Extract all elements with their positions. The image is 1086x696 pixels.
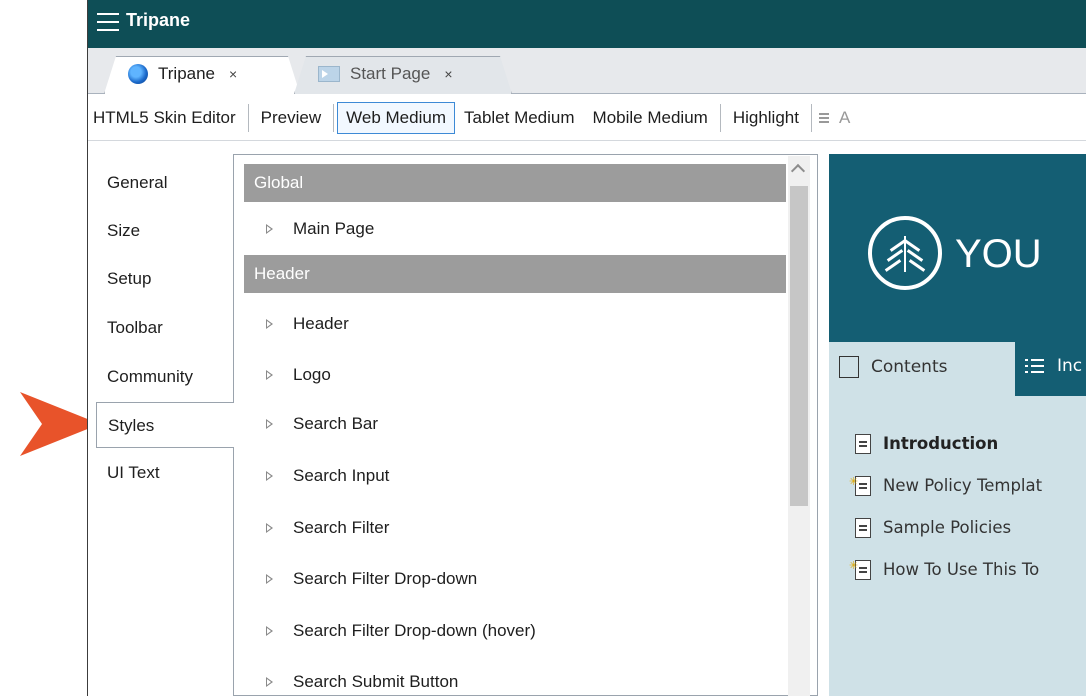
- expand-triangle-icon[interactable]: [266, 223, 273, 234]
- vertical-scrollbar[interactable]: [788, 156, 810, 696]
- index-list-icon: [1025, 358, 1045, 374]
- hamburger-menu-icon[interactable]: [97, 13, 119, 31]
- list-item-label: Search Filter: [293, 518, 390, 537]
- expand-triangle-icon[interactable]: [266, 625, 273, 636]
- list-item-label: Search Input: [293, 466, 390, 485]
- document-tab-strip: Tripane × Start Page ×: [88, 48, 1086, 94]
- nav-item-community[interactable]: Community: [107, 362, 193, 392]
- scrollbar-thumb[interactable]: [790, 186, 808, 506]
- toc-item-new-policy-template[interactable]: New Policy Templat: [849, 468, 1043, 500]
- logo-text: YOU: [955, 232, 1042, 276]
- close-icon[interactable]: ×: [229, 66, 237, 82]
- tab-contents-label: Contents: [871, 357, 948, 377]
- list-item-search-filter[interactable]: Search Filter: [244, 513, 786, 543]
- list-item-search-bar[interactable]: Search Bar: [244, 409, 786, 439]
- toolbar-skin-editor-label: HTML5 Skin Editor: [93, 107, 236, 127]
- list-item-label: Search Submit Button: [293, 672, 459, 691]
- section-header-global: Global: [244, 164, 786, 202]
- nav-item-general[interactable]: General: [107, 168, 167, 198]
- start-page-icon: [318, 66, 340, 82]
- scroll-up-arrow-icon[interactable]: [790, 163, 806, 179]
- tab-label: Tripane: [158, 64, 216, 83]
- list-item-header[interactable]: Header: [244, 309, 786, 339]
- list-item-search-submit-button[interactable]: Search Submit Button: [244, 667, 786, 696]
- toolbar-truncated-item[interactable]: A: [839, 108, 850, 128]
- window-title: Tripane: [126, 10, 191, 30]
- toc-item-label: How To Use This To: [883, 560, 1040, 579]
- list-item-main-page[interactable]: Main Page: [244, 214, 786, 244]
- nav-item-size[interactable]: Size: [107, 216, 140, 246]
- list-item-label: Search Filter Drop-down (hover): [293, 621, 536, 640]
- topic-document-icon: [855, 518, 871, 538]
- project-globe-icon: [128, 64, 148, 84]
- skin-category-nav: General Size Setup Toolbar Community Sty…: [88, 154, 234, 696]
- list-item-label: Search Filter Drop-down: [293, 569, 478, 588]
- align-icon[interactable]: [818, 111, 833, 125]
- tab-tripane[interactable]: Tripane ×: [104, 56, 300, 94]
- skin-editor-toolbar: HTML5 Skin Editor Preview Web Medium Tab…: [88, 95, 1086, 141]
- tab-label: Start Page: [350, 64, 431, 83]
- toc-item-label: Introduction: [883, 434, 999, 453]
- toc-item-sample-policies[interactable]: Sample Policies: [855, 514, 1011, 542]
- close-icon[interactable]: ×: [444, 66, 452, 82]
- topic-document-icon: [855, 434, 871, 454]
- tree-logo-icon: [868, 216, 942, 290]
- tablet-medium-button[interactable]: Tablet Medium: [455, 102, 584, 134]
- skin-preview-pane: YOU Contents Inc Introduction New Policy…: [829, 154, 1086, 696]
- list-item-label: Main Page: [293, 219, 375, 238]
- preview-button[interactable]: Preview: [252, 102, 330, 134]
- list-item-logo[interactable]: Logo: [244, 360, 786, 390]
- mobile-medium-button[interactable]: Mobile Medium: [584, 102, 717, 134]
- toolbar-separator: [247, 103, 249, 132]
- tab-index-label: Inc: [1057, 356, 1083, 376]
- expand-triangle-icon[interactable]: [266, 369, 273, 380]
- list-item-label: Search Bar: [293, 414, 379, 433]
- toc-item-how-to-use[interactable]: How To Use This To: [849, 552, 1040, 584]
- toc-item-label: New Policy Templat: [883, 476, 1043, 495]
- expand-triangle-icon[interactable]: [266, 522, 273, 533]
- application-window: Tripane Tripane × Start Page × HTML5 Ski…: [87, 0, 1086, 696]
- title-bar: Tripane: [88, 0, 1086, 48]
- toolbar-separator: [333, 103, 335, 132]
- expand-triangle-icon[interactable]: [266, 418, 273, 429]
- list-item-search-filter-dropdown[interactable]: Search Filter Drop-down: [244, 564, 786, 594]
- preview-header: YOU: [829, 154, 1086, 342]
- list-item-label: Logo: [293, 365, 331, 384]
- list-item-search-filter-dropdown-hover[interactable]: Search Filter Drop-down (hover): [244, 616, 786, 646]
- tab-start-page[interactable]: Start Page ×: [294, 56, 512, 94]
- tab-contents[interactable]: Contents: [829, 342, 1015, 396]
- style-list-panel: Global Main Page Header Header Logo Sear…: [233, 154, 818, 696]
- nav-item-setup[interactable]: Setup: [107, 264, 151, 294]
- contents-book-icon: [839, 356, 859, 378]
- tab-index[interactable]: Inc: [1015, 342, 1086, 396]
- expand-triangle-icon[interactable]: [266, 318, 273, 329]
- toolbar-separator: [810, 103, 812, 132]
- nav-item-toolbar[interactable]: Toolbar: [107, 313, 163, 343]
- expand-triangle-icon[interactable]: [266, 470, 273, 481]
- toolbar-separator: [719, 103, 721, 132]
- expand-triangle-icon[interactable]: [266, 573, 273, 584]
- highlight-button[interactable]: Highlight: [724, 102, 808, 134]
- list-item-search-input[interactable]: Search Input: [244, 461, 786, 491]
- nav-item-ui-text[interactable]: UI Text: [107, 458, 160, 488]
- toc-item-label: Sample Policies: [883, 518, 1012, 537]
- new-topic-document-icon: [849, 552, 871, 580]
- expand-triangle-icon[interactable]: [266, 676, 273, 687]
- section-header-header: Header: [244, 255, 786, 293]
- toc-item-introduction[interactable]: Introduction: [855, 430, 998, 458]
- list-item-label: Header: [293, 314, 349, 333]
- nav-item-styles[interactable]: Styles: [96, 402, 234, 448]
- web-medium-button[interactable]: Web Medium: [337, 101, 455, 134]
- new-topic-document-icon: [849, 468, 871, 496]
